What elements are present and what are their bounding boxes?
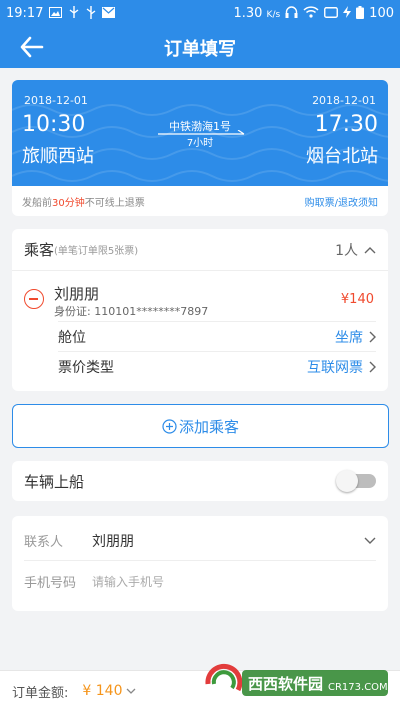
passenger-card: 乘客 (单笔订单限5张票) 1人 刘朋朋 身份证: 110101********…	[12, 229, 388, 391]
depart-time: 10:30	[22, 112, 86, 137]
amount-detail-toggle[interactable]: ¥ 140	[82, 683, 136, 699]
passenger-price: ¥140	[340, 292, 374, 307]
status-time: 19:17	[6, 5, 44, 21]
headphones-icon	[285, 6, 298, 20]
notice-text: 发船前30分钟不可线上退票	[22, 197, 145, 209]
ticket-type-row[interactable]: 票价类型 互联网票	[58, 351, 376, 381]
passenger-name: 刘朋朋	[54, 285, 100, 303]
contact-phone-row: 手机号码 请输入手机号	[24, 561, 376, 601]
usb-icon	[86, 5, 96, 21]
wifi-icon	[303, 6, 319, 20]
arrive-station: 烟台北站	[306, 146, 378, 167]
contact-name-row: 联系人 刘朋朋	[24, 521, 376, 561]
contact-phone-label: 手机号码	[24, 575, 77, 591]
chevron-right-icon	[369, 331, 376, 342]
cabin-value: 坐席	[335, 329, 363, 346]
vehicle-toggle[interactable]	[336, 470, 376, 492]
arrive-date: 2018-12-01	[312, 94, 376, 107]
mail-icon	[102, 6, 116, 20]
toggle-knob	[336, 470, 358, 492]
page-title: 订单填写	[164, 39, 236, 60]
cabin-label: 舱位	[58, 329, 86, 346]
contact-card: 联系人 刘朋朋 手机号码 请输入手机号	[12, 516, 388, 611]
status-bar: 19:17 1.30 K/s 100	[0, 0, 400, 26]
passenger-id: 身份证: 110101********7897	[54, 305, 209, 318]
depart-station: 旅顺西站	[22, 146, 94, 167]
passenger-header: 乘客 (单笔订单限5张票) 1人	[12, 229, 388, 271]
battery-icon	[356, 5, 365, 21]
ticket-type-value: 互联网票	[307, 359, 363, 376]
refund-notice: 发船前30分钟不可线上退票 购取票/退改须知	[12, 186, 388, 216]
amount-value: ¥ 140	[82, 683, 123, 699]
usb-icon	[68, 6, 80, 20]
watermark-logo: 西西软件园 CR173.COM	[200, 660, 396, 708]
chevron-down-icon	[127, 688, 136, 694]
charge-icon	[343, 6, 352, 20]
svg-text:西西软件园: 西西软件园	[248, 675, 323, 693]
svg-text:CR173.COM: CR173.COM	[328, 682, 388, 693]
screen-icon	[324, 6, 339, 20]
add-passenger-button[interactable]: 添加乘客	[12, 404, 389, 448]
passenger-item: 刘朋朋 身份证: 110101********7897 ¥140	[12, 271, 388, 321]
passenger-limit: (单笔订单限5张票)	[54, 246, 139, 257]
contact-name-value[interactable]: 刘朋朋	[92, 531, 134, 551]
trip-card: 2018-12-01 10:30 旅顺西站 中铁渤海1号 7小时 2018-12…	[12, 80, 388, 186]
battery-level: 100	[369, 5, 394, 21]
cabin-row[interactable]: 舱位 坐席	[58, 321, 376, 351]
depart-date: 2018-12-01	[24, 94, 88, 107]
chevron-up-icon	[364, 246, 376, 253]
passenger-count: 1人	[335, 242, 358, 259]
refund-policy-link[interactable]: 购取票/退改须知	[305, 194, 378, 209]
header: 订单填写	[0, 26, 400, 68]
image-icon	[49, 6, 63, 20]
passenger-label: 乘客	[24, 241, 55, 259]
contact-name-label: 联系人	[24, 535, 64, 550]
add-passenger-label: 添加乘客	[178, 417, 239, 436]
plus-circle-icon	[162, 418, 177, 434]
ticket-type-label: 票价类型	[58, 359, 114, 376]
amount-label: 订单金额:	[12, 685, 69, 701]
arrive-time: 17:30	[314, 112, 378, 137]
network-speed: 1.30 K/s	[233, 5, 281, 21]
trip-duration: 7小时	[186, 138, 214, 149]
chevron-right-icon	[369, 361, 376, 372]
vehicle-label: 车辆上船	[24, 472, 85, 491]
phone-input[interactable]: 请输入手机号	[92, 573, 164, 590]
chevron-down-icon[interactable]	[364, 537, 376, 545]
vehicle-row: 车辆上船	[12, 461, 388, 501]
passenger-count-toggle[interactable]: 1人	[335, 240, 376, 260]
remove-passenger-button[interactable]	[24, 289, 44, 309]
